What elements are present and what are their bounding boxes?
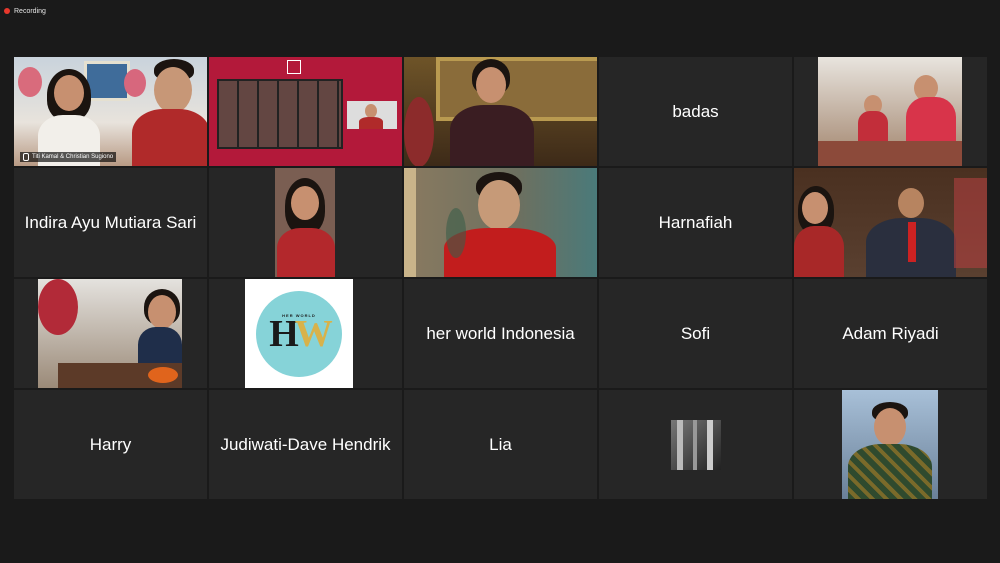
video-tile-man-batik[interactable] xyxy=(794,390,987,499)
video-feed xyxy=(14,57,207,166)
recording-dot-icon xyxy=(4,8,10,14)
video-tile-indira[interactable]: Indira Ayu Mutiara Sari xyxy=(14,168,207,277)
inner-speaker xyxy=(347,101,397,129)
video-tile-lia[interactable]: Lia xyxy=(404,390,597,499)
video-tile-sofi[interactable]: Sofi xyxy=(599,279,792,388)
recording-label: Recording xyxy=(14,7,46,15)
video-tile-host-speaker[interactable] xyxy=(404,57,597,166)
video-feed xyxy=(38,279,182,388)
video-feed xyxy=(794,168,987,277)
video-tile-shared-screen[interactable] xyxy=(209,57,402,166)
flowers-decor xyxy=(18,67,42,97)
video-tile-titi-christian[interactable]: Titi Kamal & Christian Sugiono xyxy=(14,57,207,166)
participant-name: Lia xyxy=(489,434,512,454)
participant-label: Titi Kamal & Christian Sugiono xyxy=(20,152,117,162)
participant-name: Judiwati-Dave Hendrik xyxy=(220,434,391,454)
video-tile-harnafiah[interactable]: Harnafiah xyxy=(599,168,792,277)
recording-indicator: Recording xyxy=(4,4,46,18)
video-tile-her-world-indonesia[interactable]: her world Indonesia xyxy=(404,279,597,388)
video-tile-hw-logo[interactable]: HER WORLD HW xyxy=(209,279,402,388)
participant-name: Harnafiah xyxy=(658,212,733,232)
video-tile-living-room[interactable] xyxy=(14,279,207,388)
logo-icon xyxy=(287,60,301,74)
video-tile-judiwati-dave[interactable]: Judiwati-Dave Hendrik xyxy=(209,390,402,499)
video-tile-woman-red[interactable] xyxy=(209,168,402,277)
video-feed xyxy=(404,168,597,277)
video-tile-family-dinner[interactable] xyxy=(794,57,987,166)
participant-name: Indira Ayu Mutiara Sari xyxy=(24,212,197,232)
video-tile-badas[interactable]: badas xyxy=(599,57,792,166)
video-tile-man-glasses[interactable] xyxy=(404,168,597,277)
participant-name: her world Indonesia xyxy=(426,323,575,343)
her-world-logo: HER WORLD HW xyxy=(245,279,353,388)
flowers-decor xyxy=(404,97,434,166)
inner-gallery xyxy=(217,79,343,149)
video-feed xyxy=(818,57,962,166)
video-feed xyxy=(404,57,597,166)
video-tile-couple-formal[interactable] xyxy=(794,168,987,277)
dining-table xyxy=(818,141,962,166)
mic-icon xyxy=(23,153,29,161)
flowers-decor xyxy=(124,69,146,97)
video-gallery-grid: Titi Kamal & Christian Sugiono badas Ind… xyxy=(14,57,987,499)
participant-name: badas xyxy=(672,101,719,121)
video-feed xyxy=(209,57,402,166)
video-feed xyxy=(275,168,335,277)
video-feed xyxy=(842,390,938,499)
participant-name: Adam Riyadi xyxy=(842,323,939,343)
participant-name: Harry xyxy=(89,434,132,454)
profile-photo xyxy=(670,419,721,470)
video-tile-harry[interactable]: Harry xyxy=(14,390,207,499)
video-tile-profile-photo[interactable] xyxy=(599,390,792,499)
video-tile-adam-riyadi[interactable]: Adam Riyadi xyxy=(794,279,987,388)
participant-name: Sofi xyxy=(680,323,711,343)
flowers-decor xyxy=(38,279,78,335)
